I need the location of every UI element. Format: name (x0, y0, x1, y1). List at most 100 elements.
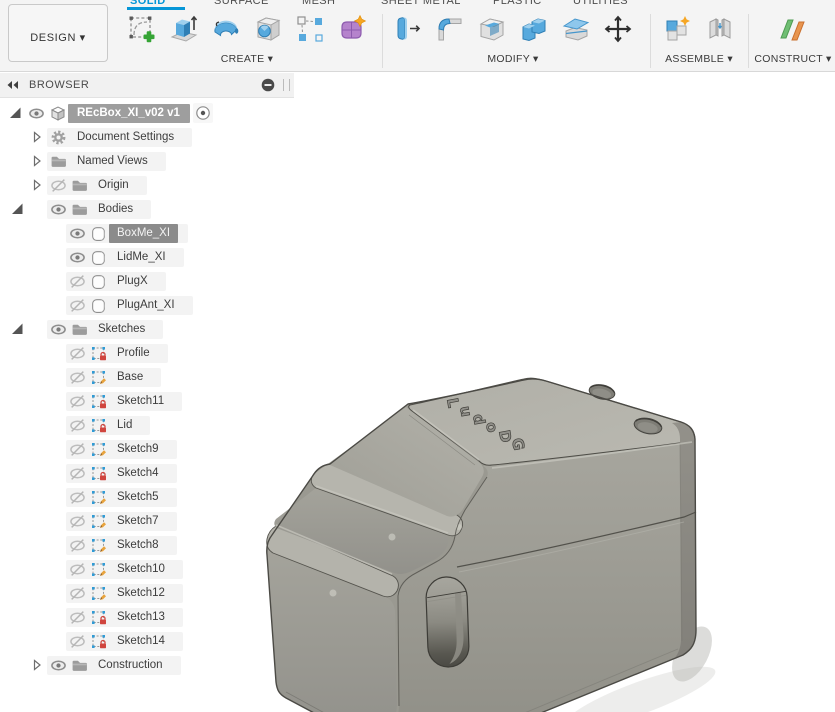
expand-arrow-icon[interactable] (26, 129, 47, 146)
visibility-eye-icon[interactable] (67, 537, 88, 554)
collapse-arrow-icon[interactable] (4, 105, 25, 122)
tree-item-sketch5[interactable]: Sketch5 (0, 485, 300, 509)
tree-item-sketch13[interactable]: Sketch13 (0, 605, 300, 629)
tree-item-construction[interactable]: Construction (0, 653, 300, 677)
new-component-button[interactable] (658, 10, 698, 52)
tree-item-lidme-xi[interactable]: LidMe_XI (0, 245, 300, 269)
visibility-eye-icon[interactable] (48, 321, 69, 338)
visibility-eye-icon[interactable] (67, 297, 88, 314)
tree-item-recbox-xi-v02-v1[interactable]: REcBox_XI_v02 v1 (0, 101, 300, 125)
visibility-eye-icon[interactable] (48, 657, 69, 674)
tree-item-label: Origin (98, 178, 129, 191)
fillet-button[interactable] (430, 10, 470, 52)
tab-surface[interactable]: SURFACE (214, 0, 269, 7)
visibility-eye-icon[interactable] (67, 561, 88, 578)
combine-button[interactable] (514, 10, 554, 52)
construct-group-label[interactable]: CONSTRUCT ▾ (754, 53, 831, 65)
tree-item-sketch9[interactable]: Sketch9 (0, 437, 300, 461)
tree-item-sketch10[interactable]: Sketch10 (0, 557, 300, 581)
move-copy-button[interactable] (598, 10, 638, 52)
sketch-locked-icon (88, 417, 109, 434)
visibility-eye-icon[interactable] (67, 369, 88, 386)
visibility-eye-icon[interactable] (67, 489, 88, 506)
tree-item-boxme-xi[interactable]: BoxMe_XI (0, 221, 300, 245)
visibility-eye-icon[interactable] (67, 273, 88, 290)
visibility-eye-icon[interactable] (67, 609, 88, 626)
browser-panel-header: BROWSER (0, 73, 294, 98)
3d-model-recbox[interactable]: L u d o D G (240, 368, 720, 712)
tree-item-label: Sketch13 (117, 610, 165, 623)
sketch-editable-icon (88, 537, 109, 554)
tree-item-label: PlugAnt_XI (117, 298, 175, 311)
create-sketch-button[interactable] (122, 10, 162, 52)
tree-item-base[interactable]: Base (0, 365, 300, 389)
browser-minimize-icon[interactable] (261, 78, 275, 92)
tree-item-sketch12[interactable]: Sketch12 (0, 581, 300, 605)
workspace-switcher-button[interactable]: DESIGN ▾ (8, 4, 108, 62)
shell-icon (477, 14, 507, 49)
modify-group-label[interactable]: MODIFY ▾ (487, 53, 538, 65)
press-pull-button[interactable] (388, 10, 428, 52)
tab-utilities[interactable]: UTILITIES (573, 0, 628, 7)
joint-button[interactable] (700, 10, 740, 52)
toolbar-group-create: CREATE ▾ (122, 10, 372, 65)
assemble-group-label[interactable]: ASSEMBLE ▾ (665, 53, 733, 65)
tab-plastic[interactable]: PLASTIC (493, 0, 542, 7)
expand-arrow-icon[interactable] (26, 177, 47, 194)
visibility-eye-icon[interactable] (67, 393, 88, 410)
tab-solid[interactable]: SOLID (130, 0, 166, 7)
browser-collapse-icon[interactable] (6, 80, 19, 90)
tree-item-label: Sketch10 (117, 562, 165, 575)
visibility-eye-icon[interactable] (67, 417, 88, 434)
joint-icon (705, 14, 735, 49)
toolbar-separator (748, 14, 749, 68)
expand-arrow-icon[interactable] (26, 657, 47, 674)
tab-mesh[interactable]: MESH (302, 0, 335, 7)
visibility-eye-icon[interactable] (67, 249, 88, 266)
create-form-button[interactable] (332, 10, 372, 52)
collapse-arrow-icon[interactable] (11, 321, 47, 338)
visibility-eye-icon[interactable] (67, 585, 88, 602)
hole-icon (253, 14, 283, 49)
tree-item-sketch8[interactable]: Sketch8 (0, 533, 300, 557)
revolve-button[interactable] (206, 10, 246, 52)
activate-component-radio[interactable] (192, 103, 213, 123)
split-body-button[interactable] (556, 10, 596, 52)
tree-item-document-settings[interactable]: Document Settings (0, 125, 300, 149)
tree-item-sketches[interactable]: Sketches (0, 317, 300, 341)
collapse-arrow-icon[interactable] (11, 201, 47, 218)
extrude-button[interactable] (164, 10, 204, 52)
construct-plane-button[interactable] (773, 10, 813, 52)
tree-item-origin[interactable]: Origin (0, 173, 300, 197)
tree-item-plugant-xi[interactable]: PlugAnt_XI (0, 293, 300, 317)
tree-item-sketch11[interactable]: Sketch11 (0, 389, 300, 413)
visibility-eye-icon[interactable] (67, 633, 88, 650)
tree-item-named-views[interactable]: Named Views (0, 149, 300, 173)
visibility-eye-icon[interactable] (67, 513, 88, 530)
tree-item-label: BoxMe_XI (109, 223, 179, 243)
visibility-eye-icon[interactable] (48, 201, 69, 218)
tree-item-profile[interactable]: Profile (0, 341, 300, 365)
sketch-editable-icon (88, 585, 109, 602)
gear-icon (48, 129, 69, 146)
sketch-editable-icon (88, 441, 109, 458)
visibility-eye-icon[interactable] (67, 465, 88, 482)
browser-drag-grip[interactable] (283, 79, 290, 91)
expand-arrow-icon[interactable] (26, 153, 47, 170)
tree-item-lid[interactable]: Lid (0, 413, 300, 437)
tree-item-sketch14[interactable]: Sketch14 (0, 629, 300, 653)
tree-item-sketch4[interactable]: Sketch4 (0, 461, 300, 485)
tab-sheet-metal[interactable]: SHEET METAL (381, 0, 461, 7)
shell-button[interactable] (472, 10, 512, 52)
tree-item-plugx[interactable]: PlugX (0, 269, 300, 293)
visibility-eye-icon[interactable] (67, 441, 88, 458)
create-group-label[interactable]: CREATE ▾ (221, 53, 273, 65)
visibility-eye-icon[interactable] (67, 345, 88, 362)
visibility-eye-icon[interactable] (26, 105, 47, 122)
rectangular-pattern-button[interactable] (290, 10, 330, 52)
tree-item-sketch7[interactable]: Sketch7 (0, 509, 300, 533)
visibility-eye-icon[interactable] (67, 225, 88, 242)
hole-button[interactable] (248, 10, 288, 52)
visibility-eye-icon[interactable] (48, 177, 69, 194)
tree-item-bodies[interactable]: Bodies (0, 197, 300, 221)
